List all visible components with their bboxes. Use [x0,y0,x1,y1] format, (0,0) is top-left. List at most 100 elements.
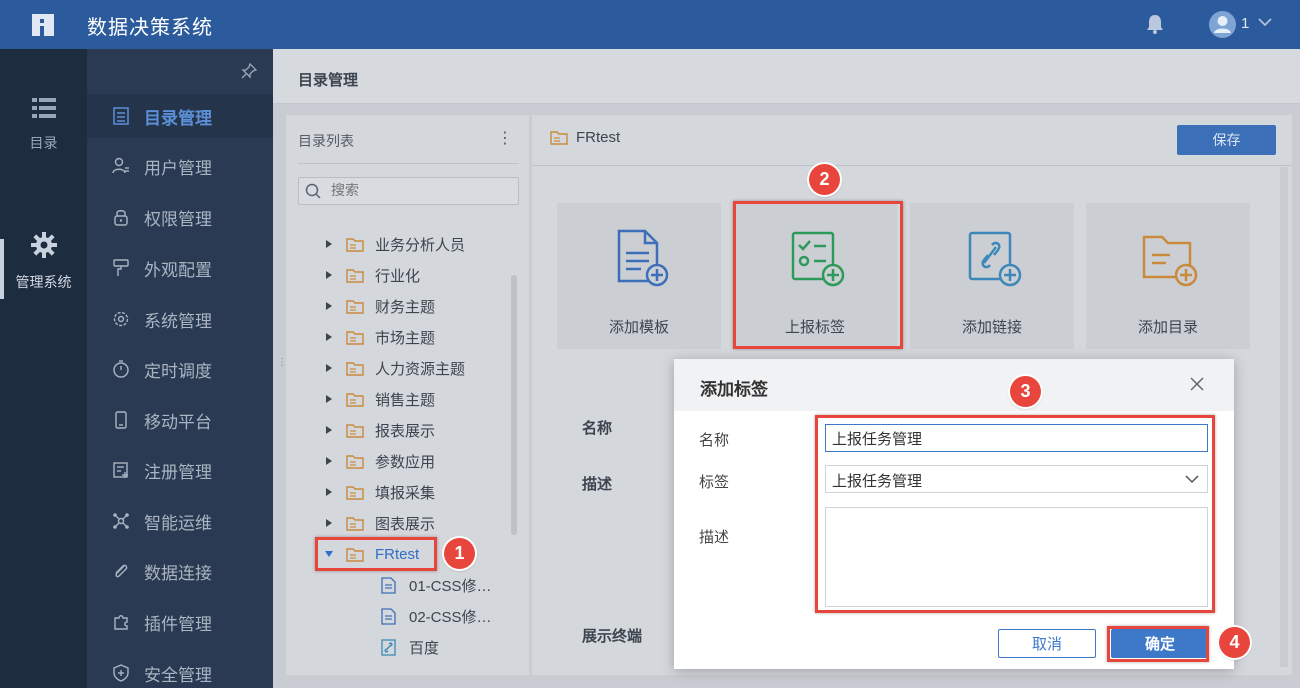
sidebar-item-security[interactable]: 安全管理 [87,651,273,688]
search-box[interactable] [298,177,519,205]
collapse-arrow-icon[interactable] [324,549,334,559]
rail-item-directory[interactable]: 目录 [0,97,87,153]
avatar[interactable] [1209,11,1236,38]
field-label-name: 名称 [582,420,613,437]
sidebar-item-label: 智能运维 [144,513,212,533]
tree-folder-item[interactable]: 填报采集 [286,478,435,506]
scrollbar[interactable] [1280,167,1288,667]
sidebar-item-data-connection[interactable]: 数据连接 [87,549,273,593]
tree-folder-item[interactable]: 报表展示 [286,416,435,444]
expand-arrow-icon[interactable] [324,487,334,497]
chevron-down-icon[interactable] [1258,17,1272,27]
add-folder-card[interactable]: 添加目录 [1086,203,1250,349]
folder-icon [346,547,364,562]
list-icon [31,98,56,118]
sidebar-item-plugins[interactable]: 插件管理 [87,600,273,644]
expand-arrow-icon[interactable] [324,394,334,404]
mobile-icon [115,411,127,429]
tree-folder-item[interactable]: 业务分析人员 [286,230,465,258]
sidebar-item-label: 安全管理 [144,665,212,685]
tree-item-label: 人力资源主题 [375,360,466,378]
add-link-card[interactable]: 添加链接 [910,203,1074,349]
sidebar-item-appearance[interactable]: 外观配置 [87,246,273,290]
more-icon[interactable]: ⋮ [497,128,513,148]
sidebar-item-label: 定时调度 [144,361,212,381]
tree-folder-item[interactable]: 财务主题 [286,292,435,320]
cancel-button[interactable]: 取消 [998,629,1096,658]
expand-arrow-icon[interactable] [324,518,334,528]
page-title: 目录管理 [298,72,359,89]
tree-folder-item[interactable]: 销售主题 [286,385,435,413]
user-name[interactable]: 1 [1241,15,1249,32]
sidebar-item-mobile[interactable]: 移动平台 [87,398,273,442]
expand-arrow-icon[interactable] [324,239,334,249]
sidebar-menu: 目录管理 用户管理 权限管理 外观配置 系统管理 定时调度 移动平台 注册管理 … [87,49,273,688]
sidebar-item-system[interactable]: 系统管理 [87,297,273,341]
expand-arrow-icon[interactable] [324,332,334,342]
folder-icon [346,454,364,469]
tree-item-label: 02-CSS修… [409,608,492,626]
confirm-button[interactable]: 确定 [1111,629,1209,658]
tree-item-label: FRtest [375,545,420,563]
tree-folder-item[interactable]: 图表展示 [286,509,435,537]
sidebar-item-label: 外观配置 [144,260,212,280]
save-button[interactable]: 保存 [1177,125,1276,155]
name-input[interactable] [825,424,1208,452]
card-label: 添加目录 [1137,319,1198,336]
dialog-header: 添加标签 [674,359,1234,411]
panel-title: FRtest [550,129,620,146]
sidebar-item-label: 目录管理 [144,108,212,128]
expand-arrow-icon[interactable] [324,301,334,311]
sidebar-item-label: 权限管理 [144,209,212,229]
add-template-card[interactable]: 添加模板 [557,203,721,349]
template-add-icon [617,229,669,287]
search-input[interactable] [331,182,511,198]
step-badge-1: 1 [444,538,475,569]
left-rail: 目录 管理系统 [0,49,87,688]
paperclip-icon [115,564,128,578]
scrollbar[interactable] [511,275,517,535]
pin-icon[interactable] [241,63,257,79]
tree-header: 目录列表 [298,133,354,149]
tree-folder-item[interactable]: 行业化 [286,261,420,289]
sidebar-item-label: 插件管理 [144,614,212,634]
sidebar-item-label: 移动平台 [144,412,212,432]
tree-item-label: 参数应用 [375,453,436,471]
tree-folder-item[interactable]: 市场主题 [286,323,435,351]
divider [532,165,1292,166]
bell-icon[interactable] [1146,14,1164,34]
breadcrumb: 目录管理 [273,49,1300,104]
expand-arrow-icon[interactable] [324,363,334,373]
expand-arrow-icon[interactable] [324,425,334,435]
tree-folder-selected[interactable]: FRtest [286,540,419,568]
sidebar-item-directory[interactable]: 目录管理 [87,94,273,138]
description-textarea[interactable] [825,507,1208,607]
user-icon [1214,16,1231,33]
tree-folder-item[interactable]: 参数应用 [286,447,435,475]
dialog-title: 添加标签 [700,380,768,399]
brush-icon [113,259,129,276]
expand-arrow-icon[interactable] [324,270,334,280]
tree-file-item[interactable]: 百度 [286,633,439,661]
tree-item-label: 01-CSS修… [409,577,492,595]
tree-file-item[interactable]: 02-CSS修… [286,602,492,630]
tag-select[interactable]: 上报任务管理 [825,465,1208,493]
folder-icon [346,268,364,283]
tree-item-label: 财务主题 [375,298,436,316]
rail-item-management[interactable]: 管理系统 [0,232,87,292]
expand-arrow-icon[interactable] [324,456,334,466]
tree-file-item[interactable]: 01-CSS修… [286,571,492,599]
close-icon[interactable] [1190,377,1204,391]
sidebar-item-schedule[interactable]: 定时调度 [87,347,273,391]
shield-icon [113,664,129,682]
sidebar-item-users[interactable]: 用户管理 [87,144,273,188]
report-tag-card[interactable]: 上报标签 [733,203,897,349]
tree-item-label: 市场主题 [375,329,436,347]
sidebar-item-permissions[interactable]: 权限管理 [87,195,273,239]
tree-folder-item[interactable]: 人力资源主题 [286,354,465,382]
directory-tree-panel: 目录列表 ⋮ 业务分析人员行业化财务主题市场主题人力资源主题销售主题报表展示参数… [286,115,529,675]
puzzle-icon [114,615,128,630]
sidebar-item-registration[interactable]: 注册管理 [87,448,273,492]
sidebar-item-ops[interactable]: 智能运维 [87,499,273,543]
tree-item-label: 业务分析人员 [375,236,466,254]
